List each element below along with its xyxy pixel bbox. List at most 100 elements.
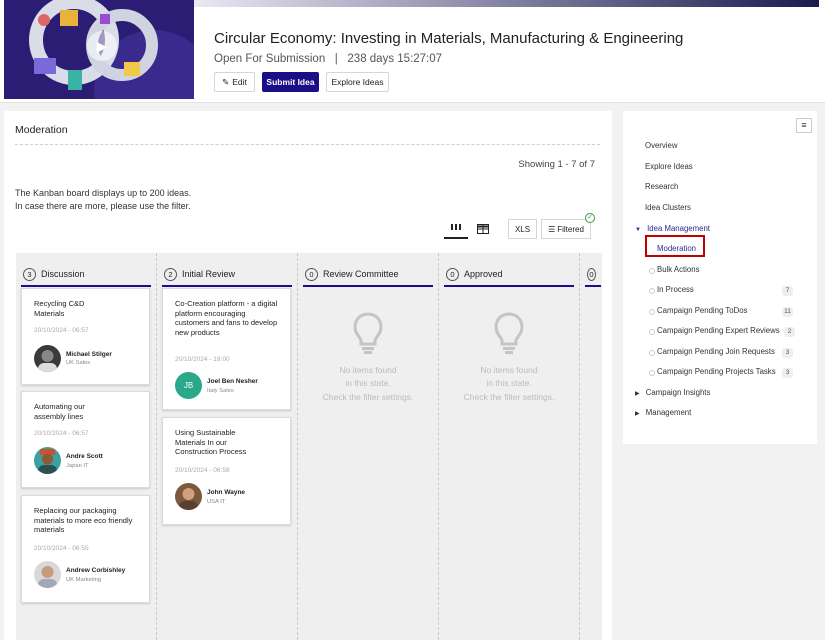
explore-ideas-button[interactable]: Explore Ideas: [326, 72, 389, 92]
export-xls-button[interactable]: XLS: [508, 219, 537, 239]
person-icon: [38, 449, 57, 474]
empty-line: in this state.: [345, 378, 391, 388]
empty-line: Check the filter settings.: [322, 391, 414, 402]
campaign-banner-image[interactable]: ▶: [4, 0, 194, 99]
avatar[interactable]: [34, 345, 61, 372]
divider: [15, 144, 600, 145]
author-name: Andrew Corbishley: [66, 567, 126, 574]
author-name: John Wayne: [207, 489, 246, 496]
author-dept: UK Marketing: [66, 577, 102, 583]
column-title: Initial Review: [182, 269, 236, 279]
count-badge: 3: [782, 348, 793, 358]
avatar[interactable]: JB: [175, 372, 202, 399]
empty-line: in this state.: [486, 378, 532, 388]
idea-card[interactable]: Co-Creation platform - a digital platfor…: [162, 288, 291, 410]
menu-icon[interactable]: ≡: [796, 118, 812, 133]
count-badge: 7: [782, 286, 793, 296]
sidebar-item-pending-expert-reviews[interactable]: Campaign Pending Expert Reviews: [649, 326, 780, 335]
submit-idea-button[interactable]: Submit Idea: [262, 72, 319, 92]
sidebar-item-label: Management: [645, 408, 692, 417]
count-badge: 3: [782, 368, 793, 378]
avatar[interactable]: [34, 561, 61, 588]
sidebar-item-bulk-actions[interactable]: Bulk Actions: [648, 265, 699, 274]
idea-card[interactable]: Recycling C&D Materials 20/10/2024 - 06:…: [21, 288, 150, 385]
kanban-column: 0 Review Committee No items found in thi…: [298, 253, 439, 640]
edit-button[interactable]: ✎ Edit: [214, 72, 255, 92]
column-header: 2 Initial Review: [162, 263, 292, 287]
sidebar-item-label: Campaign Insights: [645, 388, 711, 397]
person-icon: [38, 350, 57, 372]
sidebar-item-pending-projects-tasks[interactable]: Campaign Pending Projects Tasks: [649, 367, 776, 376]
empty-line: Check the filter settings.: [463, 391, 555, 402]
column-count: 0: [587, 267, 596, 281]
sidebar-item-research[interactable]: Research: [645, 182, 678, 191]
campaign-status: Open For Submission | 238 days 15:27:07: [214, 53, 442, 65]
kanban-view-button[interactable]: [444, 219, 468, 239]
sidebar-item-management[interactable]: ▶ Management: [635, 408, 691, 417]
idea-card[interactable]: Automating our assembly lines 20/10/2024…: [21, 391, 150, 488]
page-title: Moderation: [15, 124, 68, 136]
kanban-column: 0 Approved No items found in this state.…: [439, 253, 580, 640]
filter-button[interactable]: ☰ Filtered: [541, 219, 591, 239]
avatar[interactable]: [175, 483, 202, 510]
sidebar-item-idea-clusters[interactable]: Idea Clusters: [645, 203, 691, 212]
author-name: Joel Ben Nesher: [207, 378, 258, 385]
person-icon: [38, 566, 57, 588]
column-header: 3 Discussion: [21, 263, 151, 287]
column-title: Approved: [464, 269, 503, 279]
author-name: Andre Scott: [66, 453, 103, 460]
kanban-column: 3 Discussion Recycling C&D Materials 20/…: [16, 253, 157, 640]
idea-date: 20/10/2024 - 06:57: [34, 327, 89, 334]
status-label: Open For Submission: [214, 53, 326, 65]
filter-icon: ☰: [548, 224, 556, 234]
author-dept: Italy Sales: [207, 388, 234, 394]
sidebar-item-moderation[interactable]: Moderation: [657, 244, 696, 253]
author-dept: UK Sales: [66, 360, 91, 366]
author-dept: Japan IT: [66, 463, 89, 469]
kanban-column: 0: [580, 253, 602, 640]
status-separator: |: [328, 53, 345, 65]
play-icon[interactable]: ▶: [87, 31, 117, 61]
count-badge: 11: [782, 307, 793, 317]
idea-title: Automating our assembly lines: [34, 402, 85, 421]
idea-title: Replacing our packaging materials to mor…: [34, 506, 133, 534]
empty-line: No items found: [339, 364, 397, 375]
idea-date: 20/10/2024 - 19:00: [175, 356, 230, 363]
sidebar: ≡ Overview Explore Ideas Research Idea C…: [623, 111, 817, 444]
time-left: 238 days 15:27:07: [347, 53, 443, 65]
filter-active-check-icon: ✓: [585, 213, 595, 223]
avatar[interactable]: [34, 447, 61, 474]
author-name: Michael Stilger: [66, 351, 112, 358]
column-count: 0: [446, 267, 459, 281]
sidebar-item-explore-ideas[interactable]: Explore Ideas: [645, 162, 693, 171]
kanban-info: The Kanban board displays up to 200 idea…: [15, 187, 191, 213]
sidebar-item-pending-join-requests[interactable]: Campaign Pending Join Requests: [649, 347, 775, 356]
sidebar-item-pending-todos[interactable]: Campaign Pending ToDos: [648, 306, 747, 315]
idea-title: Recycling C&D Materials: [34, 299, 85, 318]
idea-card[interactable]: Using Sustainable Materials In our Const…: [162, 417, 291, 525]
pencil-icon: ✎: [222, 76, 230, 87]
edit-label: Edit: [232, 77, 247, 87]
table-icon: [477, 224, 489, 234]
idea-card[interactable]: Replacing our packaging materials to mor…: [21, 495, 150, 603]
column-count: 2: [164, 267, 177, 281]
header-stripe: [194, 0, 819, 7]
column-title: Review Committee: [323, 269, 399, 279]
column-header: 0: [585, 263, 601, 287]
sidebar-item-overview[interactable]: Overview: [645, 141, 678, 150]
filter-label: Filtered: [557, 224, 584, 234]
idea-date: 20/10/2024 - 06:57: [34, 430, 89, 437]
sidebar-item-idea-management[interactable]: ▼ Idea Management: [635, 224, 710, 233]
idea-date: 20/10/2024 - 06:55: [34, 545, 89, 552]
table-view-button[interactable]: [474, 219, 492, 239]
sidebar-item-in-process[interactable]: In Process: [649, 285, 694, 294]
results-count: Showing 1 - 7 of 7: [518, 159, 595, 170]
campaign-header: ▶ Circular Economy: Investing in Materia…: [0, 0, 825, 103]
moderation-panel: Moderation Showing 1 - 7 of 7 The Kanban…: [4, 111, 612, 640]
person-icon: [179, 488, 198, 510]
kanban-column: 2 Initial Review Co-Creation platform - …: [157, 253, 298, 640]
sidebar-item-campaign-insights[interactable]: ▶ Campaign Insights: [635, 388, 710, 397]
idea-title: Using Sustainable Materials In our Const…: [175, 428, 247, 456]
lightbulb-icon: [494, 312, 524, 354]
empty-state: No items found in this state. Check the …: [298, 311, 438, 404]
